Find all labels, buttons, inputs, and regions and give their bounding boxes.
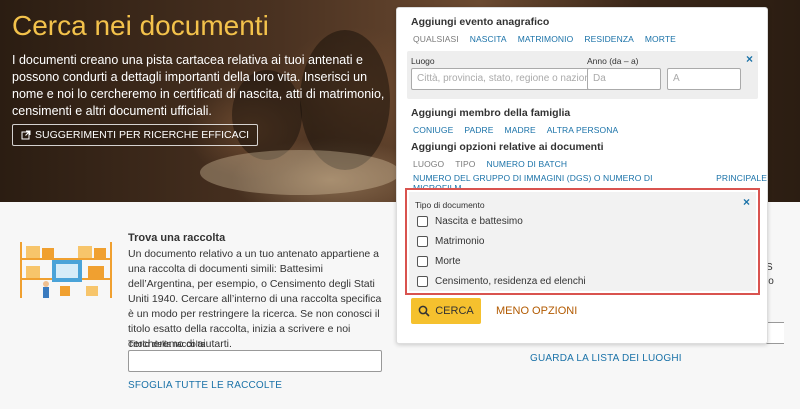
event-section-title: Aggiungi evento anagrafico xyxy=(411,16,550,28)
year-from-input[interactable]: Da xyxy=(587,68,661,90)
collection-title: Trova una raccolta xyxy=(128,232,226,244)
checkbox[interactable] xyxy=(417,236,428,247)
event-option-death[interactable]: MORTE xyxy=(645,34,676,44)
document-type-inner: Tipo di documento × Nascita e battesimo … xyxy=(409,192,756,291)
search-tips-button[interactable]: SUGGERIMENTI PER RICERCHE EFFICACI xyxy=(12,124,259,146)
family-option-mother[interactable]: MADRE xyxy=(505,125,536,135)
close-icon[interactable]: × xyxy=(743,195,750,209)
hero-description: I documenti creano una pista cartacea re… xyxy=(12,53,385,118)
collection-description: Un documento relativo a un tuo antenato … xyxy=(128,248,382,350)
family-member-options: CONIUGE PADRE MADRE ALTRA PERSONA xyxy=(413,125,618,135)
doc-type-option[interactable]: Censimento, residenza ed elenchi xyxy=(417,276,586,287)
family-section-title: Aggiungi membro della famiglia xyxy=(411,107,571,119)
record-option-type[interactable]: TIPO xyxy=(455,159,475,169)
fewer-options-link[interactable]: MENO OPZIONI xyxy=(496,305,577,317)
places-list-link[interactable]: GUARDA LA LISTA DEI LUOGHI xyxy=(530,353,682,364)
event-option-marriage[interactable]: MATRIMONIO xyxy=(518,34,574,44)
checkbox[interactable] xyxy=(417,256,428,267)
event-option-residence[interactable]: RESIDENZA xyxy=(584,34,634,44)
search-icon xyxy=(418,305,430,317)
family-option-father[interactable]: PADRE xyxy=(464,125,493,135)
family-option-spouse[interactable]: CONIUGE xyxy=(413,125,453,135)
right-column-input[interactable] xyxy=(766,322,784,344)
doc-type-label: Nascita e battesimo xyxy=(435,216,523,227)
location-label: Luogo xyxy=(411,56,435,66)
collection-field-label: Titolo della raccolta xyxy=(128,339,206,349)
external-link-icon xyxy=(21,130,31,140)
search-options-panel: Aggiungi evento anagrafico QUALSIASI NAS… xyxy=(396,7,768,344)
search-button-label: CERCA xyxy=(435,305,474,317)
event-option-any[interactable]: QUALSIASI xyxy=(413,34,459,44)
event-option-birth[interactable]: NASCITA xyxy=(470,34,507,44)
hero-photo-figure xyxy=(200,150,400,195)
doc-type-label: Matrimonio xyxy=(435,236,485,247)
collection-title-input[interactable] xyxy=(128,350,382,372)
record-options-title: Aggiungi opzioni relative ai documenti xyxy=(411,141,604,153)
record-option-batch[interactable]: NUMERO DI BATCH xyxy=(486,159,567,169)
record-option-place[interactable]: LUOGO xyxy=(413,159,444,169)
location-input[interactable]: Città, provincia, stato, regione o nazio… xyxy=(411,68,591,90)
search-button[interactable]: CERCA xyxy=(411,298,481,324)
page-title: Cerca nei documenti xyxy=(12,10,269,41)
doc-type-option[interactable]: Morte xyxy=(417,256,461,267)
collection-shelves-illustration xyxy=(20,242,112,298)
event-location-box: Luogo Città, provincia, stato, regione o… xyxy=(407,51,758,99)
year-range-label: Anno (da – a) xyxy=(587,56,639,66)
year-to-input[interactable]: A xyxy=(667,68,741,90)
record-options-row: LUOGO TIPO NUMERO DI BATCH xyxy=(413,159,567,169)
doc-type-option[interactable]: Nascita e battesimo xyxy=(417,216,523,227)
event-type-options: QUALSIASI NASCITA MATRIMONIO RESIDENZA M… xyxy=(413,34,676,44)
doc-type-label: Morte xyxy=(435,256,461,267)
document-type-label: Tipo di documento xyxy=(415,200,485,210)
search-tips-label: SUGGERIMENTI PER RICERCHE EFFICACI xyxy=(35,129,250,141)
browse-collections-link[interactable]: SFOGLIA TUTTE LE RACCOLTE xyxy=(128,380,282,391)
family-option-other[interactable]: ALTRA PERSONA xyxy=(547,125,619,135)
doc-type-option[interactable]: Matrimonio xyxy=(417,236,484,247)
document-type-box: Tipo di documento × Nascita e battesimo … xyxy=(405,188,760,295)
doc-type-label: Censimento, residenza ed elenchi xyxy=(435,276,586,287)
checkbox[interactable] xyxy=(417,216,428,227)
checkbox[interactable] xyxy=(417,276,428,287)
close-icon[interactable]: × xyxy=(746,52,753,66)
